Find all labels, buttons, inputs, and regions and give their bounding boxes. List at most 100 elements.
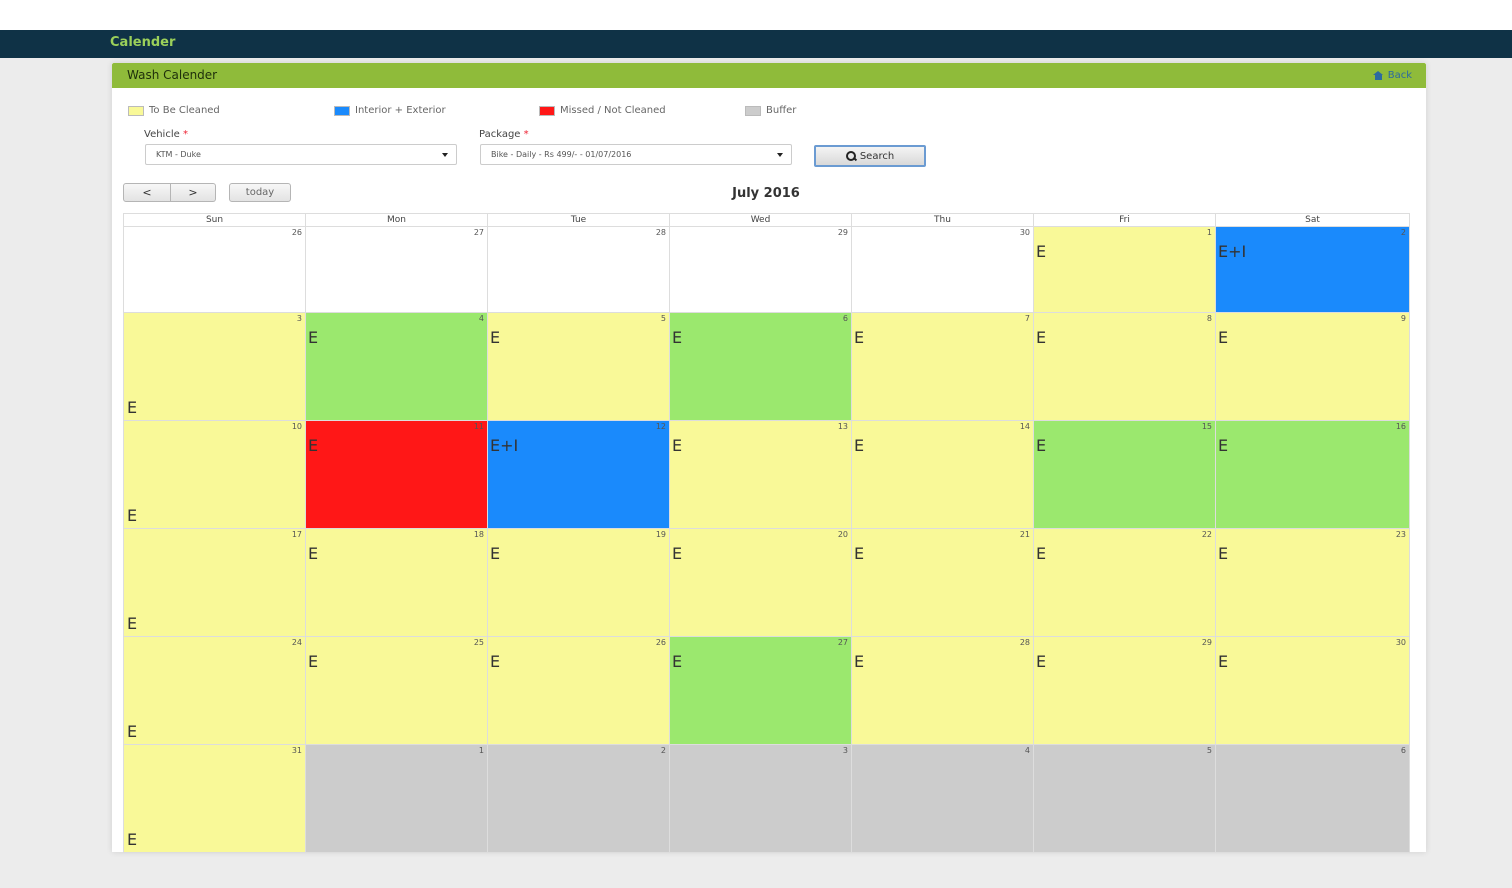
wash-event[interactable]: E xyxy=(672,436,682,455)
calendar-day-cell[interactable]: 28 E xyxy=(851,637,1033,745)
calendar-day-cell[interactable]: 26 xyxy=(123,227,305,313)
search-button-label: Search xyxy=(859,150,895,162)
wash-event[interactable]: E xyxy=(127,830,137,849)
calendar-day-cell[interactable]: 15 E xyxy=(1033,421,1215,529)
back-link-label: Back xyxy=(1387,70,1412,81)
calendar-day-cell[interactable]: 29 E xyxy=(1033,637,1215,745)
vehicle-select[interactable]: KTM - Duke xyxy=(145,144,457,165)
calendar-day-cell[interactable]: 29 xyxy=(669,227,851,313)
calendar-day-cell[interactable]: 6E xyxy=(669,313,851,421)
wash-event[interactable]: E xyxy=(127,506,137,525)
caret-down-icon xyxy=(777,153,783,157)
calendar-day-cell[interactable]: 23 E xyxy=(1215,529,1410,637)
wash-calendar-panel: Wash Calender Back To Be Cleaned Interio… xyxy=(112,63,1426,853)
calendar-day-cell[interactable]: 19 E xyxy=(487,529,669,637)
wash-event[interactable]: E xyxy=(1218,652,1228,671)
calendar-day-cell[interactable]: 27 xyxy=(305,227,487,313)
wash-event[interactable]: E+I xyxy=(490,436,518,455)
calendar-day-cell[interactable]: 12 E+I xyxy=(487,421,669,529)
calendar-day-cell[interactable]: 4E xyxy=(305,313,487,421)
wash-event[interactable]: E xyxy=(308,652,318,671)
day-number: 5 xyxy=(660,314,666,323)
calendar-day-cell[interactable]: 2 xyxy=(487,745,669,853)
calendar-day-cell[interactable]: 13 E xyxy=(669,421,851,529)
calendar-day-cell[interactable]: 11 E xyxy=(305,421,487,529)
wash-event[interactable]: E xyxy=(672,652,682,671)
wash-event[interactable]: E xyxy=(127,614,137,633)
legend-label: Missed / Not Cleaned xyxy=(560,105,666,116)
day-number: 28 xyxy=(1019,638,1030,647)
wash-event[interactable]: E xyxy=(1036,544,1046,563)
calendar-day-cell[interactable]: 27 E xyxy=(669,637,851,745)
calendar-day-cell[interactable]: 4 xyxy=(851,745,1033,853)
calendar-day-cell[interactable]: 18 E xyxy=(305,529,487,637)
calendar-day-cell[interactable]: 2 E+I xyxy=(1215,227,1410,313)
wash-event[interactable]: E xyxy=(127,398,137,417)
wash-event[interactable]: E xyxy=(854,544,864,563)
day-number: 29 xyxy=(1201,638,1212,647)
calendar-week-row: 24 E 25 E 26 E 27 E 28 E 29 E 30 E xyxy=(123,637,1410,745)
wash-event[interactable]: E xyxy=(127,722,137,741)
calendar-day-cell[interactable]: 26 E xyxy=(487,637,669,745)
calendar-day-cell[interactable]: 22 E xyxy=(1033,529,1215,637)
wash-event[interactable]: E xyxy=(308,436,318,455)
calendar-day-cell[interactable]: 3 xyxy=(669,745,851,853)
calendar-day-cell[interactable]: 1 xyxy=(305,745,487,853)
calendar-week-row: 17 E 18 E 19 E 20 E 21 E 22 E 23 E xyxy=(123,529,1410,637)
wash-event[interactable]: E xyxy=(1036,328,1046,347)
wash-event[interactable]: E xyxy=(854,328,864,347)
day-number: 22 xyxy=(1201,530,1212,539)
calendar-day-cell[interactable]: 8E xyxy=(1033,313,1215,421)
day-number: 3 xyxy=(842,746,848,755)
wash-event[interactable]: E xyxy=(854,436,864,455)
calendar-day-cell[interactable]: 17 E xyxy=(123,529,305,637)
calendar-day-cell[interactable]: 1E xyxy=(1033,227,1215,313)
calendar-day-cell[interactable]: 24 E xyxy=(123,637,305,745)
calendar-day-cell[interactable]: 25 E xyxy=(305,637,487,745)
calendar-day-cell[interactable]: 5 xyxy=(1033,745,1215,853)
back-link[interactable]: Back xyxy=(1372,70,1412,81)
vehicle-select-value: KTM - Duke xyxy=(156,150,201,159)
calendar-day-cell[interactable]: 30 xyxy=(851,227,1033,313)
wash-event[interactable]: E xyxy=(308,328,318,347)
day-number: 18 xyxy=(473,530,484,539)
wash-event[interactable]: E xyxy=(1036,436,1046,455)
calendar-week-row: 26 27 28 29 30 1 E 2 E+I xyxy=(123,227,1410,313)
wash-event[interactable]: E xyxy=(490,544,500,563)
day-number: 24 xyxy=(291,638,302,647)
wash-event[interactable]: E xyxy=(854,652,864,671)
wash-event[interactable]: E xyxy=(1218,328,1228,347)
day-number: 7 xyxy=(1024,314,1030,323)
calendar-day-cell[interactable]: 5E xyxy=(487,313,669,421)
home-icon xyxy=(1372,71,1384,80)
wash-event[interactable]: E xyxy=(1218,436,1228,455)
calendar-day-cell[interactable]: 10 E xyxy=(123,421,305,529)
wash-event[interactable]: E xyxy=(1036,652,1046,671)
calendar-day-cell[interactable]: 20 E xyxy=(669,529,851,637)
package-select[interactable]: Bike - Daily - Rs 499/- - 01/07/2016 xyxy=(480,144,792,165)
calendar-day-cell[interactable]: 31 E xyxy=(123,745,305,853)
calendar-day-cell[interactable]: 16 E xyxy=(1215,421,1410,529)
legend-swatch-blue xyxy=(334,105,350,116)
calendar-day-cell[interactable]: 14 E xyxy=(851,421,1033,529)
search-button[interactable]: Search xyxy=(814,145,926,167)
wash-event[interactable]: E+I xyxy=(1218,242,1246,261)
calendar-day-cell[interactable]: 6 xyxy=(1215,745,1410,853)
day-number: 13 xyxy=(837,422,848,431)
day-number: 14 xyxy=(1019,422,1030,431)
wash-event[interactable]: E xyxy=(1218,544,1228,563)
navbar-brand[interactable]: Calender xyxy=(110,35,175,50)
calendar-day-cell[interactable]: 28 xyxy=(487,227,669,313)
calendar-day-cell[interactable]: 21 E xyxy=(851,529,1033,637)
wash-event[interactable]: E xyxy=(490,652,500,671)
wash-event[interactable]: E xyxy=(308,544,318,563)
calendar-day-cell[interactable]: 3E xyxy=(123,313,305,421)
wash-event[interactable]: E xyxy=(1036,242,1046,261)
wash-event[interactable]: E xyxy=(672,328,682,347)
wash-event[interactable]: E xyxy=(672,544,682,563)
calendar-day-cell[interactable]: 9E xyxy=(1215,313,1410,421)
wash-event[interactable]: E xyxy=(490,328,500,347)
calendar-day-cell[interactable]: 30 E xyxy=(1215,637,1410,745)
day-number: 9 xyxy=(1400,314,1406,323)
calendar-day-cell[interactable]: 7E xyxy=(851,313,1033,421)
